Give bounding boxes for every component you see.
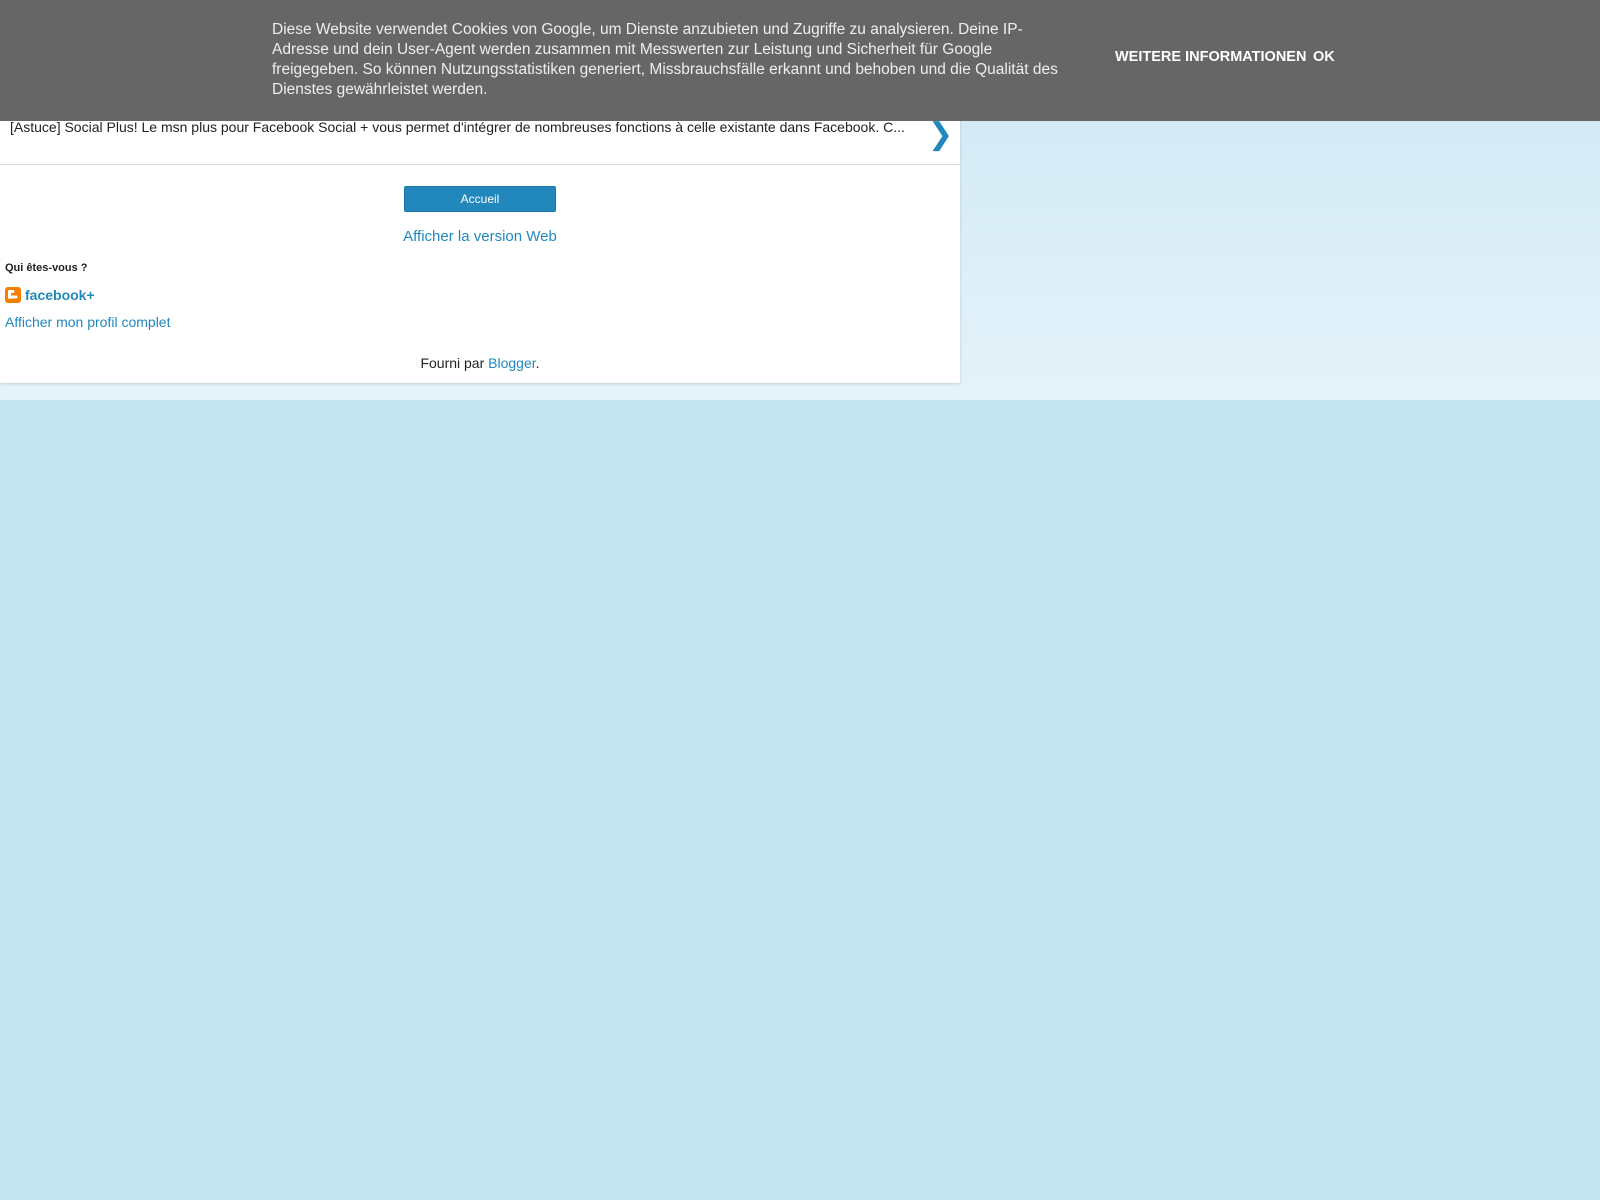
profile-name-link[interactable]: facebook+	[25, 287, 95, 303]
next-post-arrow-icon[interactable]: ❯	[928, 120, 953, 150]
ok-button[interactable]: OK	[1313, 49, 1335, 65]
cookie-consent-bar: Diese Website verwendet Cookies von Goog…	[0, 0, 1600, 121]
blogger-link[interactable]: Blogger	[488, 355, 535, 371]
full-profile-link[interactable]: Afficher mon profil complet	[5, 314, 170, 330]
more-info-button[interactable]: WEITERE INFORMATIONEN	[1115, 49, 1306, 65]
home-button[interactable]: Accueil	[404, 186, 556, 212]
cookie-message: Diese Website verwendet Cookies von Goog…	[272, 21, 1058, 98]
profile-row: facebook+	[5, 286, 95, 304]
powered-by: Fourni par Blogger.	[0, 355, 960, 371]
blogger-icon	[5, 287, 21, 303]
web-version-link[interactable]: Afficher la version Web	[0, 228, 960, 245]
powered-by-suffix: .	[535, 355, 540, 371]
powered-by-prefix: Fourni par	[420, 355, 489, 371]
about-section-title: Qui êtes-vous ?	[5, 262, 88, 274]
